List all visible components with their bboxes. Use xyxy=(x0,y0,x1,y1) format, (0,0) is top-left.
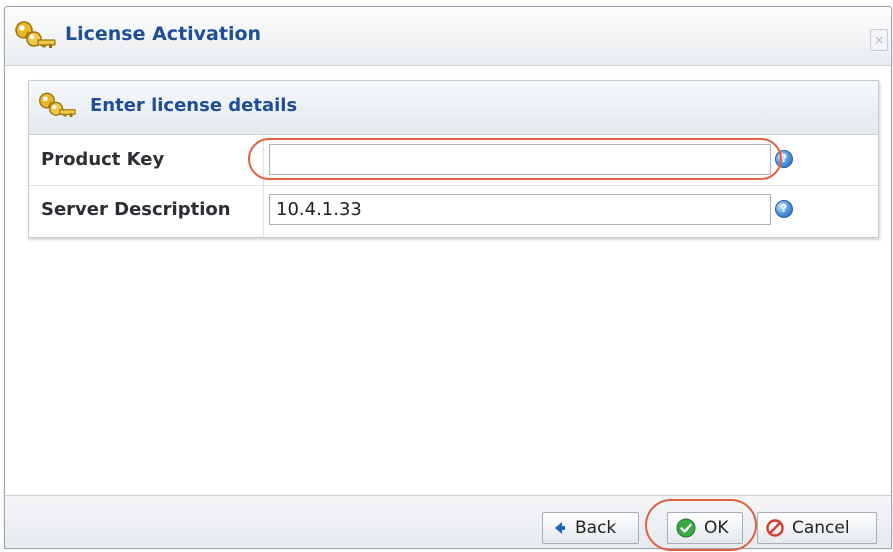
help-icon[interactable]: ? xyxy=(775,150,793,168)
server-description-label: Server Description xyxy=(29,185,264,237)
ok-button[interactable]: OK xyxy=(667,512,743,544)
cancel-button[interactable]: Cancel xyxy=(757,512,877,544)
keys-icon xyxy=(39,92,76,117)
back-button[interactable]: Back xyxy=(542,512,639,544)
product-key-row: Product Key ? xyxy=(29,135,878,186)
panel-header: Enter license details xyxy=(29,81,878,135)
server-description-row: Server Description ? xyxy=(29,185,878,237)
keys-icon xyxy=(15,21,56,48)
back-label: Back xyxy=(575,518,617,538)
checkmark-icon xyxy=(676,518,696,538)
product-key-label: Product Key xyxy=(29,135,264,185)
product-key-input[interactable] xyxy=(269,144,771,175)
cancel-icon xyxy=(766,519,784,537)
back-arrow-icon xyxy=(555,522,565,534)
license-activation-dialog: License Activation × Enter license detai… xyxy=(4,6,892,549)
dialog-title: License Activation xyxy=(65,23,262,45)
server-description-input[interactable] xyxy=(269,194,771,225)
cancel-label: Cancel xyxy=(792,518,850,538)
close-button[interactable]: × xyxy=(870,29,888,51)
panel-title: Enter license details xyxy=(90,95,298,116)
ok-label: OK xyxy=(704,518,729,538)
dialog-footer: Back OK Cancel xyxy=(5,495,891,548)
help-icon[interactable]: ? xyxy=(775,200,793,218)
dialog-titlebar: License Activation × xyxy=(5,7,891,66)
license-details-panel: Enter license details Product Key ? Serv… xyxy=(28,80,879,238)
